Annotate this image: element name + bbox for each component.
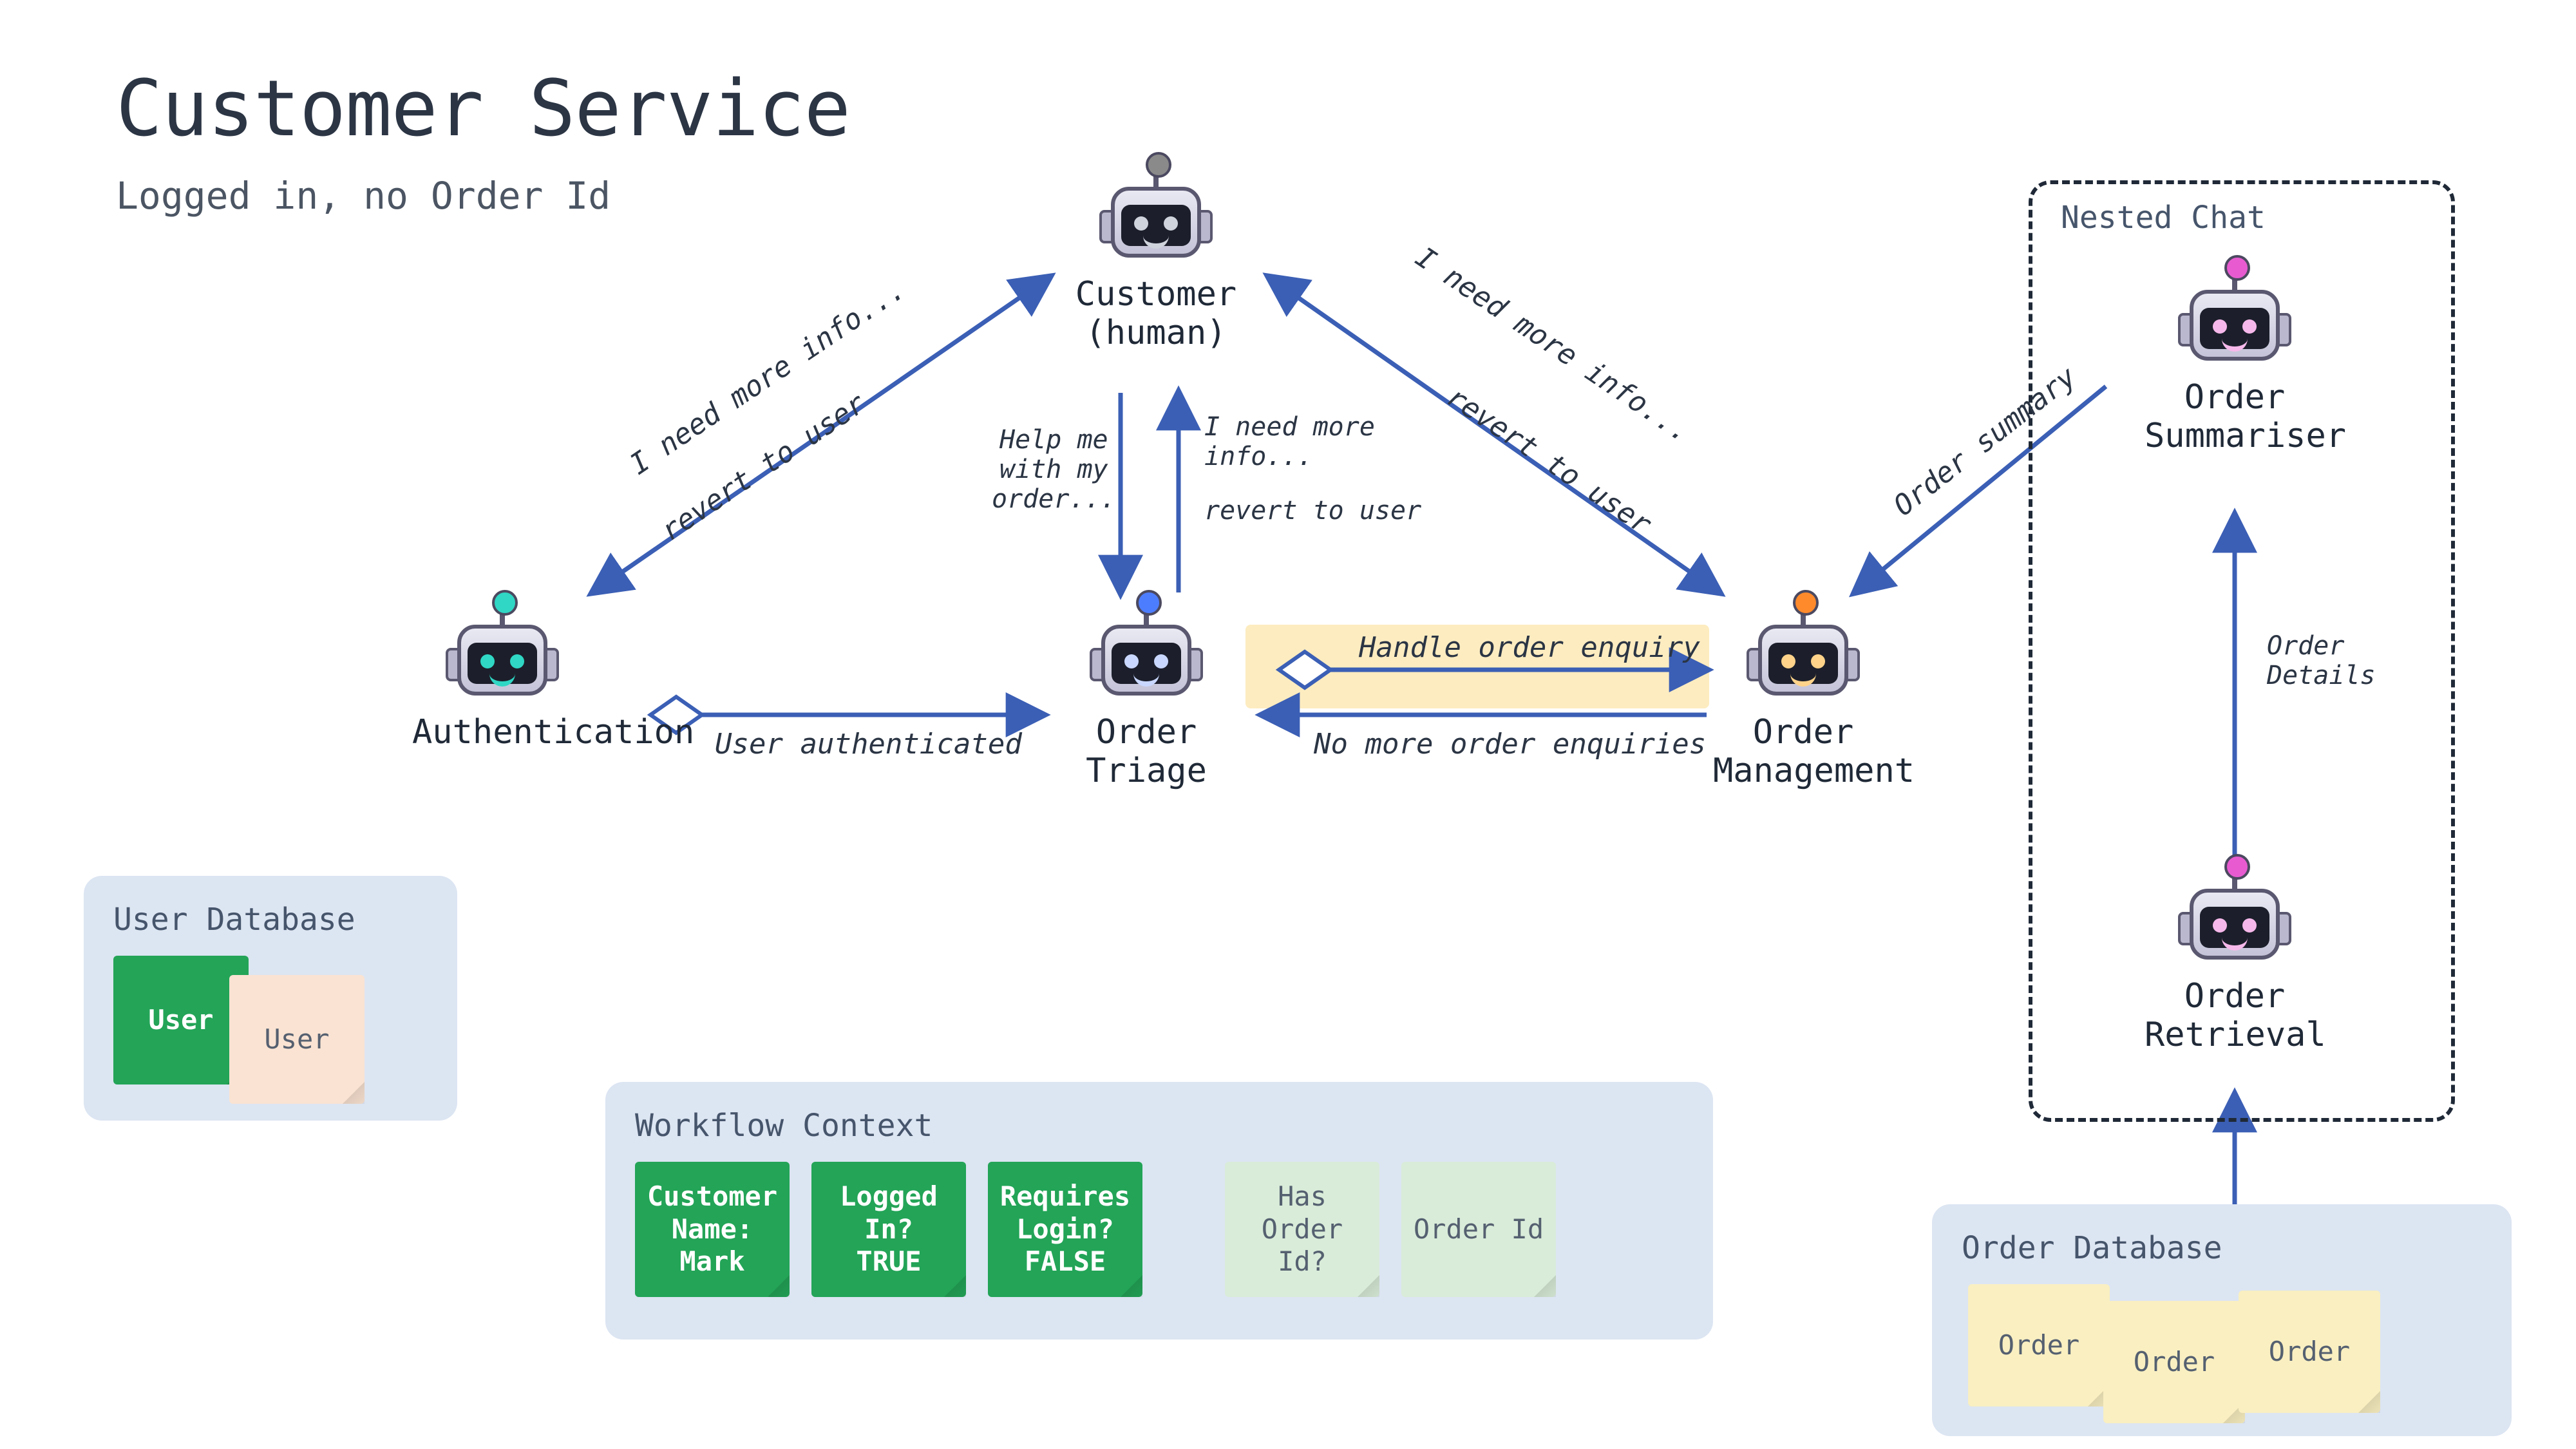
workflow-note: Order Id [1401,1162,1556,1297]
workflow-note: Has Order Id? [1225,1162,1379,1297]
agent-label: Order Management [1713,714,1893,791]
note-user: User [229,975,365,1104]
agent-customer: Customer (human) [1066,155,1246,353]
agent-label: Customer (human) [1066,276,1246,353]
agent-label: Authentication [412,714,592,752]
edge-label: I need more info... [1410,241,1697,450]
robot-icon [1098,155,1214,264]
workflow-note: Logged In? TRUE [811,1162,966,1297]
note-order: Order [2239,1291,2380,1413]
edge-label: No more order enquiries [1314,728,1706,761]
edge-label: User authenticated [715,728,1022,761]
workflow-notes-row: Customer Name: MarkLogged In? TRUERequir… [635,1162,1683,1297]
panel-nested-chat [2029,180,2455,1122]
edge-label: Handle order enquiry [1359,631,1700,664]
robot-icon [444,592,560,702]
edge-label: I need more info... [1204,412,1375,471]
panel-title: Order Database [1962,1230,2482,1266]
edge-label: Order Details [2267,631,2376,690]
agent-order-management: Order Management [1713,592,1893,791]
page-title: Customer Service [116,64,850,154]
note-order: Order [1968,1284,2110,1406]
workflow-note: Requires Login? FALSE [988,1162,1142,1297]
robot-icon [1745,592,1861,702]
panel-user-database: User Database User User [84,876,457,1121]
agent-order-triage: Order Triage [1056,592,1236,791]
agent-label: Order Triage [1056,714,1236,791]
note-user-active: User [113,956,249,1084]
edge-label: revert to user [1204,496,1421,526]
robot-icon [1088,592,1204,702]
panel-workflow-context: Workflow Context Customer Name: MarkLogg… [605,1082,1713,1340]
edge-label: Help me with my order... [992,425,1116,514]
agent-authentication: Authentication [412,592,592,752]
page-subtitle: Logged in, no Order Id [116,174,611,218]
panel-title: Workflow Context [635,1108,1683,1144]
workflow-note: Customer Name: Mark [635,1162,790,1297]
panel-order-database: Order Database Order Order Order [1932,1204,2512,1436]
note-order: Order [2103,1301,2245,1423]
panel-title: User Database [113,902,428,938]
panel-title-nested-chat: Nested Chat [2061,200,2266,236]
diagram-canvas: Customer Service Logged in, no Order Id [0,0,2576,1449]
